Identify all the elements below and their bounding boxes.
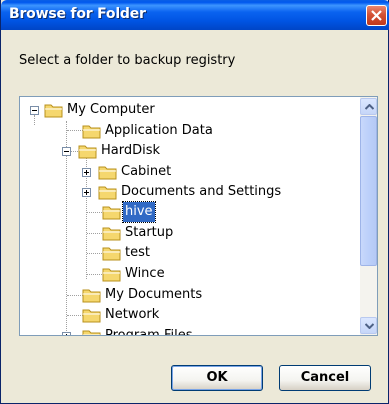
browse-for-folder-dialog: Browse for Folder Select a folder to bac…	[0, 0, 389, 404]
tree-item-label: Documents and Settings	[121, 184, 282, 199]
tree-item-label: hive	[122, 201, 156, 223]
vertical-scrollbar[interactable]	[360, 97, 377, 335]
folder-icon	[82, 330, 101, 335]
tree-item-application-data[interactable]: Application Data	[20, 121, 280, 141]
tree-item-network[interactable]: Network	[20, 305, 320, 325]
tree-item-startup[interactable]: Startup	[20, 223, 320, 243]
folder-icon	[102, 247, 121, 261]
tree-item-label: test	[125, 245, 150, 260]
tree-item-label: HardDisk	[101, 143, 161, 158]
tree-item-label: Network	[105, 307, 160, 322]
scroll-thumb[interactable]	[360, 116, 377, 266]
cancel-button[interactable]: Cancel	[279, 365, 371, 391]
folder-icon	[82, 125, 101, 139]
scroll-down-button[interactable]	[360, 317, 377, 334]
folder-icon	[82, 289, 101, 303]
arrow-up-icon	[365, 104, 374, 110]
tree-item-label: Application Data	[105, 123, 213, 138]
prompt-text: Select a folder to backup registry	[19, 53, 236, 68]
tree-item-program-files[interactable]: Program Files	[20, 326, 320, 335]
arrow-down-icon	[365, 323, 374, 329]
close-button[interactable]	[366, 5, 387, 26]
tree-item-harddisk[interactable]: HardDisk	[20, 141, 280, 161]
close-icon	[371, 10, 382, 21]
scroll-up-button[interactable]	[360, 98, 377, 115]
tree-item-label: Program Files	[103, 326, 195, 335]
folder-open-icon	[102, 206, 121, 220]
folder-tree[interactable]: My Computer Application Data HardDisk Ca…	[19, 96, 378, 336]
title-bar[interactable]: Browse for Folder	[1, 0, 389, 30]
folder-icon	[44, 104, 63, 118]
tree-item-label: My Computer	[67, 102, 155, 117]
folder-icon	[98, 166, 117, 180]
window-title: Browse for Folder	[9, 6, 146, 22]
ok-button[interactable]: OK	[171, 365, 263, 391]
tree-item-label: Cabinet	[121, 164, 172, 179]
folder-icon	[82, 309, 101, 323]
tree-content: My Computer Application Data HardDisk Ca…	[20, 97, 360, 335]
folder-icon	[102, 227, 121, 241]
tree-item-documents-and-settings[interactable]: Documents and Settings	[20, 182, 355, 202]
tree-item-test[interactable]: test	[20, 243, 320, 263]
tree-item-my-documents[interactable]: My Documents	[20, 285, 320, 305]
tree-item-label: My Documents	[105, 287, 203, 302]
folder-icon	[102, 268, 121, 282]
tree-item-hive[interactable]: hive	[20, 201, 320, 223]
tree-item-label: Wince	[125, 266, 165, 281]
tree-item-wince[interactable]: Wince	[20, 264, 320, 284]
folder-icon	[78, 145, 97, 159]
tree-item-label: Startup	[125, 225, 174, 240]
tree-item-my-computer[interactable]: My Computer	[20, 100, 220, 120]
tree-item-cabinet[interactable]: Cabinet	[20, 162, 320, 182]
folder-icon	[98, 186, 117, 200]
